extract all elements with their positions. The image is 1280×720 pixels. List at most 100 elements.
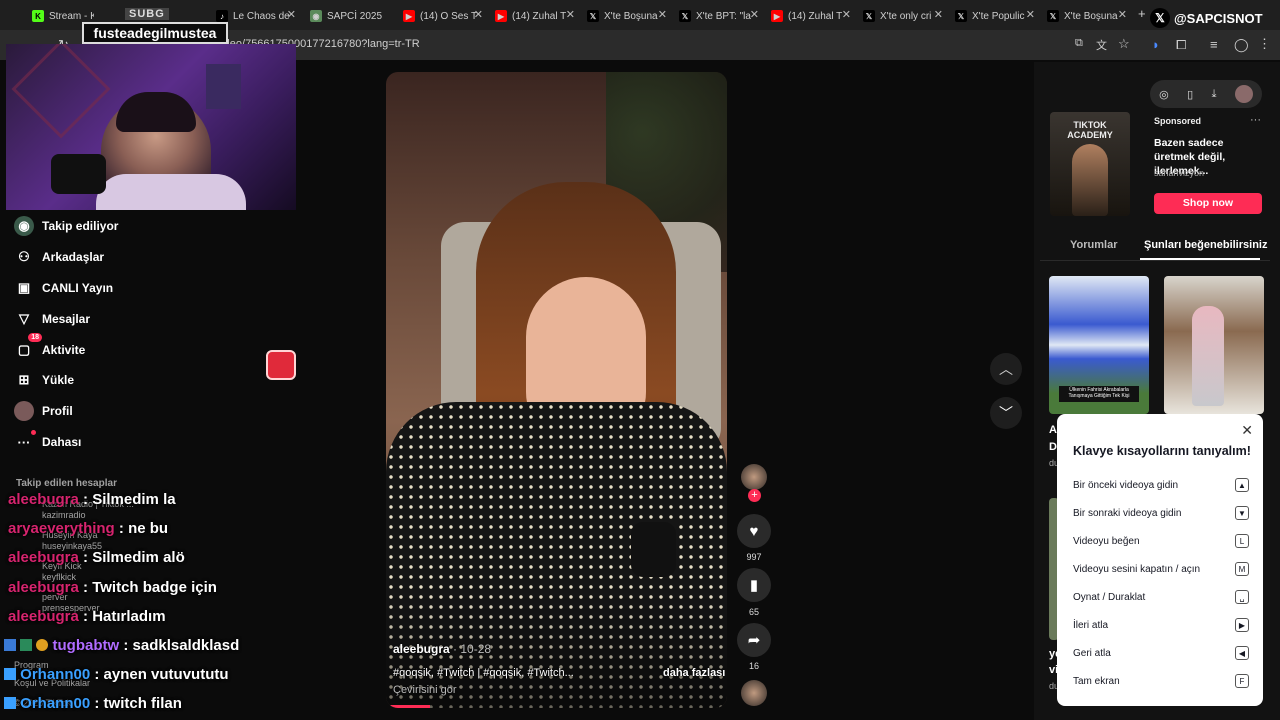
- shortcut-row: Geri atla ◀: [1073, 644, 1249, 662]
- media-control-icon[interactable]: ≡: [1210, 37, 1218, 52]
- sponsored-thumbnail[interactable]: TIKTOK ACADEMY: [1050, 112, 1130, 216]
- share-button[interactable]: ➦: [737, 623, 771, 657]
- top-tools: ◎ ▯ ⤓: [1150, 80, 1262, 108]
- more-options-icon[interactable]: ···: [1250, 114, 1261, 126]
- recommended-video-1[interactable]: Ülkenin Fahrisi Akrabalarla Tanışmaya Gi…: [1049, 276, 1149, 414]
- tab-10[interactable]: 𝕏 X'te Populic ✕: [955, 6, 1035, 26]
- tab-8[interactable]: ▶ (14) Zuhal T ✕: [771, 6, 851, 26]
- chat-text: : twitch filan: [94, 695, 182, 712]
- save-button[interactable]: ▮: [737, 568, 771, 602]
- recommended-video-2[interactable]: [1164, 276, 1264, 414]
- friends-icon: ⚇: [18, 249, 30, 264]
- shortcut-label: Bir sonraki videoya gidin: [1073, 507, 1182, 519]
- nav-live[interactable]: ▣ CANLI Yayın: [14, 278, 113, 298]
- menu-kebab-icon[interactable]: ⋮: [1258, 36, 1271, 52]
- shop-now-button[interactable]: Shop now: [1154, 193, 1262, 214]
- shortcut-label: Tam ekran: [1073, 675, 1120, 687]
- nav-upload[interactable]: ⊞ Yükle: [14, 370, 74, 390]
- microphone: [51, 154, 106, 194]
- next-video-button[interactable]: ﹀: [990, 397, 1022, 429]
- chat-text: : Silmedim la: [83, 491, 176, 508]
- extensions-puzzle-icon[interactable]: ⧠: [1176, 37, 1186, 53]
- m-key-icon: M: [1235, 562, 1249, 576]
- nav-more[interactable]: ··· Dahası: [14, 430, 82, 452]
- following-account-0[interactable]: kazimradio: [42, 510, 86, 520]
- profile-avatar-icon: [14, 401, 34, 421]
- gift-sticker-icon: [266, 350, 296, 380]
- tab-label: X'te only cri: [880, 10, 932, 22]
- close-icon[interactable]: ✕: [934, 8, 943, 21]
- extension-icon[interactable]: ◗: [1152, 37, 1160, 52]
- user-avatar[interactable]: [1234, 85, 1253, 103]
- video-author[interactable]: aleebugra · 10-28: [393, 642, 491, 656]
- shortcut-row: Bir önceki videoya gidin ▲: [1073, 476, 1249, 494]
- chat-username: tugbabtw: [52, 637, 120, 654]
- tab-5[interactable]: ▶ (14) Zuhal T ✕: [495, 6, 575, 26]
- shortcut-row: Tam ekran F: [1073, 672, 1249, 690]
- youtube-icon: ▶: [495, 10, 507, 22]
- tab-4[interactable]: ▶ (14) O Ses T ✕: [403, 6, 483, 26]
- tab-11[interactable]: 𝕏 X'te Boşuna ✕: [1047, 6, 1127, 26]
- close-icon[interactable]: ✕: [566, 8, 575, 21]
- follow-plus-icon[interactable]: +: [748, 489, 761, 502]
- translate-link[interactable]: Çevirisini gör: [393, 684, 457, 696]
- nav-friends[interactable]: ⚇ Arkadaşlar: [14, 247, 104, 267]
- install-app-icon[interactable]: ⧉: [1075, 37, 1083, 50]
- nav-label: Dahası: [42, 435, 82, 449]
- ad-thumb-text: TIKTOK ACADEMY: [1067, 120, 1113, 140]
- f-key-icon: F: [1235, 674, 1249, 688]
- close-icon[interactable]: ✕: [287, 8, 296, 21]
- tab-2[interactable]: ♪ Le Chaos de ✕: [216, 6, 296, 26]
- close-icon[interactable]: ✕: [842, 8, 851, 21]
- shortcut-row: Videoyu beğen L: [1073, 532, 1249, 550]
- chat-text: : aynen vutuvututu: [94, 666, 229, 683]
- chat-text: : ne bu: [118, 520, 169, 537]
- video-author-name[interactable]: aleebugra: [393, 642, 450, 656]
- tab-3[interactable]: ◉ SAPCİ 2025: [310, 6, 382, 26]
- chat-text: : Silmedim alö: [83, 549, 185, 566]
- video-progress-bar[interactable]: [386, 705, 431, 708]
- nav-profile[interactable]: Profil: [14, 401, 73, 421]
- close-icon[interactable]: ✕: [474, 8, 483, 21]
- previous-video-button[interactable]: ︿: [990, 353, 1022, 385]
- nav-activity[interactable]: ▢ 18 Aktivite: [14, 333, 85, 360]
- close-icon[interactable]: ✕: [1241, 422, 1253, 439]
- tab-6[interactable]: 𝕏 X'te Boşuna ✕: [587, 6, 667, 26]
- tab-label: X'te BPT: "la: [696, 10, 751, 22]
- subg-logo: SUBG: [125, 8, 169, 20]
- following-accounts-title: Takip edilen hesaplar: [16, 478, 117, 489]
- sponsored-advertiser[interactable]: sahanvizyon: [1154, 168, 1204, 178]
- chat-badge-icon: [20, 639, 33, 651]
- tab-9[interactable]: 𝕏 X'te only cri ✕: [863, 6, 943, 26]
- nav-messages[interactable]: ▽ Mesajlar: [14, 309, 90, 329]
- notification-dot: [31, 430, 36, 435]
- new-tab-button[interactable]: +: [1138, 6, 1146, 21]
- youtube-icon: ▶: [771, 10, 783, 22]
- video-player[interactable]: aleebugra · 10-28 #qoqsik, #Twitch | #qo…: [386, 72, 727, 708]
- like-button[interactable]: ♥: [737, 514, 771, 548]
- tab-comments[interactable]: Yorumlar: [1070, 239, 1117, 251]
- close-icon[interactable]: ✕: [1026, 8, 1035, 21]
- bookmark-star-icon[interactable]: ☆: [1118, 36, 1130, 52]
- sound-avatar[interactable]: [741, 680, 767, 706]
- tab-recommendations[interactable]: Şunları beğenebilirsiniz: [1144, 239, 1267, 251]
- translate-icon[interactable]: 文: [1096, 37, 1107, 53]
- close-icon[interactable]: ✕: [750, 8, 759, 21]
- profile-icon[interactable]: ◯: [1234, 37, 1249, 53]
- partial-text: D: [1049, 441, 1057, 453]
- author-avatar[interactable]: [741, 464, 767, 490]
- x-icon: 𝕏: [863, 10, 875, 22]
- streamer-webcam: [6, 44, 296, 210]
- compass-icon[interactable]: ◎: [1159, 88, 1169, 101]
- close-icon[interactable]: ✕: [658, 8, 667, 21]
- chat-username: aleebugra: [8, 549, 79, 566]
- social-handle: 𝕏 @SAPCISNOT: [1150, 8, 1263, 28]
- nav-following[interactable]: ◉ Takip ediliyor: [14, 216, 118, 236]
- thumb-person: [1192, 306, 1224, 406]
- more-link[interactable]: daha fazlası: [663, 667, 725, 679]
- chat-badge-icon: [4, 697, 16, 709]
- close-icon[interactable]: ✕: [1118, 8, 1127, 21]
- tab-7[interactable]: 𝕏 X'te BPT: "la ✕: [679, 6, 759, 26]
- download-icon[interactable]: ⤓: [1212, 88, 1217, 101]
- device-icon[interactable]: ▯: [1187, 88, 1193, 101]
